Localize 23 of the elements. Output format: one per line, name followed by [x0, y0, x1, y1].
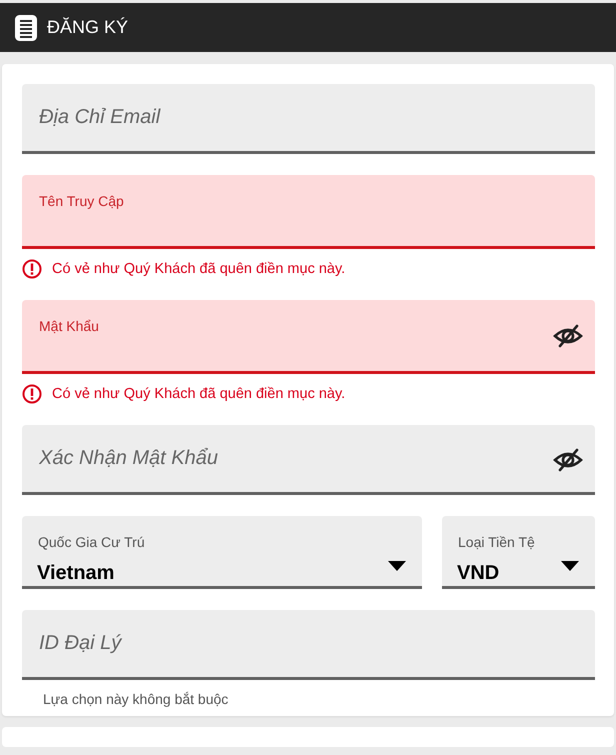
dropdown[interactable]: Quốc Gia Cư Trú Vietnam	[22, 516, 422, 589]
eye-slash-icon[interactable]	[553, 324, 583, 348]
eye-slash-icon[interactable]	[553, 448, 583, 472]
field-label: Quốc Gia Cư Trú	[38, 534, 145, 550]
alert-icon	[22, 384, 42, 404]
error-message: Có vẻ như Quý Khách đã quên điền mục này.	[52, 386, 346, 402]
alert-icon	[22, 259, 42, 279]
caret-icon	[561, 561, 579, 571]
document-icon	[14, 14, 38, 42]
hint-text: Lựa chọn này không bắt buộc	[43, 691, 230, 707]
input-field[interactable]: Địa Chỉ Email	[22, 84, 595, 154]
input-field[interactable]: Tên Truy Cập	[22, 175, 595, 249]
field-label: Loại Tiền Tệ	[458, 534, 535, 550]
dropdown-value: VND	[457, 562, 500, 585]
dropdown[interactable]: Loại Tiền Tệ VND	[442, 516, 595, 589]
dropdown-value: Vietnam	[37, 562, 114, 585]
input-field[interactable]: ID Đại Lý	[22, 610, 595, 680]
input-field[interactable]: Mật Khẩu	[22, 300, 595, 374]
error-message: Có vẻ như Quý Khách đã quên điền mục này.	[52, 261, 346, 277]
field-label: Mật Khẩu	[39, 318, 99, 334]
caret-icon	[388, 561, 406, 571]
field-label: Tên Truy Cập	[39, 193, 124, 209]
page-title: ĐĂNG KÝ	[47, 17, 128, 38]
